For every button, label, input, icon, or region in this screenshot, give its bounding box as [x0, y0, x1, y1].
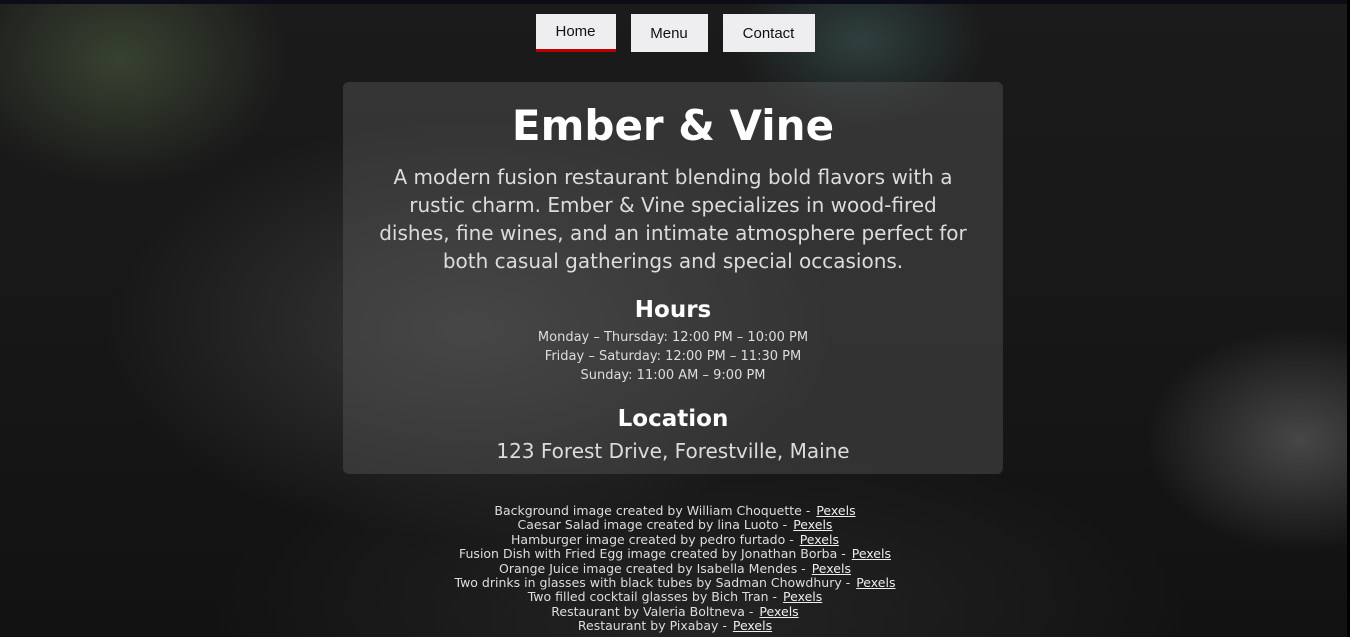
nav-home-button[interactable]: Home — [535, 14, 616, 52]
info-card: Ember & Vine A modern fusion restaurant … — [343, 82, 1003, 474]
location-heading: Location — [617, 406, 729, 432]
hours-line-weekend: Friday – Saturday: 12:00 PM – 11:30 PM — [544, 349, 802, 364]
main-nav: Home Menu Contact — [0, 14, 1350, 52]
credit-line: Restaurant by Valeria Boltneva - Pexels — [0, 603, 1350, 619]
credit-link[interactable]: Pexels — [783, 589, 822, 604]
top-edge — [0, 0, 1350, 4]
hours-list: Monday – Thursday: 12:00 PM – 10:00 PM F… — [343, 328, 1003, 385]
credit-line: Hamburger image created by pedro furtado… — [0, 531, 1350, 547]
credit-line: Two drinks in glasses with black tubes b… — [0, 575, 1350, 591]
hours-line-sunday: Sunday: 11:00 AM – 9:00 PM — [580, 368, 766, 383]
credit-line: Orange Juice image created by Isabella M… — [0, 560, 1350, 576]
credit-line: Two filled cocktail glasses by Bich Tran… — [0, 590, 1350, 604]
credit-line: Caesar Salad image created by lina Luoto… — [0, 518, 1350, 532]
credit-text: Restaurant by Valeria Boltneva - — [551, 603, 754, 619]
credit-line: Restaurant by Pixabay - Pexels — [0, 619, 1350, 633]
credit-text: Two filled cocktail glasses by Bich Tran… — [527, 589, 778, 605]
credit-text: Orange Juice image created by Isabella M… — [499, 560, 806, 576]
credit-link[interactable]: Pexels — [816, 503, 855, 518]
address: 123 Forest Drive, Forestville, Maine — [496, 439, 850, 463]
credit-text: Caesar Salad image created by lina Luoto… — [517, 517, 788, 533]
credit-link[interactable]: Pexels — [800, 532, 839, 547]
image-credits: Background image created by William Choq… — [0, 503, 1350, 634]
restaurant-description: A modern fusion restaurant blending bold… — [379, 165, 967, 273]
credit-link[interactable]: Pexels — [856, 575, 895, 590]
credit-line: Fusion Dish with Fried Egg image created… — [0, 547, 1350, 561]
credit-text: Fusion Dish with Fried Egg image created… — [459, 546, 846, 562]
credit-link[interactable]: Pexels — [852, 546, 891, 561]
hours-line-weekday: Monday – Thursday: 12:00 PM – 10:00 PM — [537, 330, 809, 345]
credit-line: Background image created by William Choq… — [0, 503, 1350, 518]
credit-link[interactable]: Pexels — [793, 517, 832, 532]
hours-heading: Hours — [634, 297, 712, 323]
credit-text: Background image created by William Choq… — [494, 503, 811, 518]
credit-link[interactable]: Pexels — [812, 561, 851, 576]
restaurant-name: Ember & Vine — [511, 101, 835, 150]
credit-text: Hamburger image created by pedro furtado… — [511, 531, 794, 547]
nav-contact-button[interactable]: Contact — [722, 14, 815, 52]
credit-text: Restaurant by Pixabay - — [577, 618, 727, 634]
credit-link[interactable]: Pexels — [759, 604, 798, 619]
credit-link[interactable]: Pexels — [733, 618, 772, 633]
credit-text: Two drinks in glasses with black tubes b… — [454, 575, 851, 591]
nav-menu-button[interactable]: Menu — [630, 14, 708, 52]
